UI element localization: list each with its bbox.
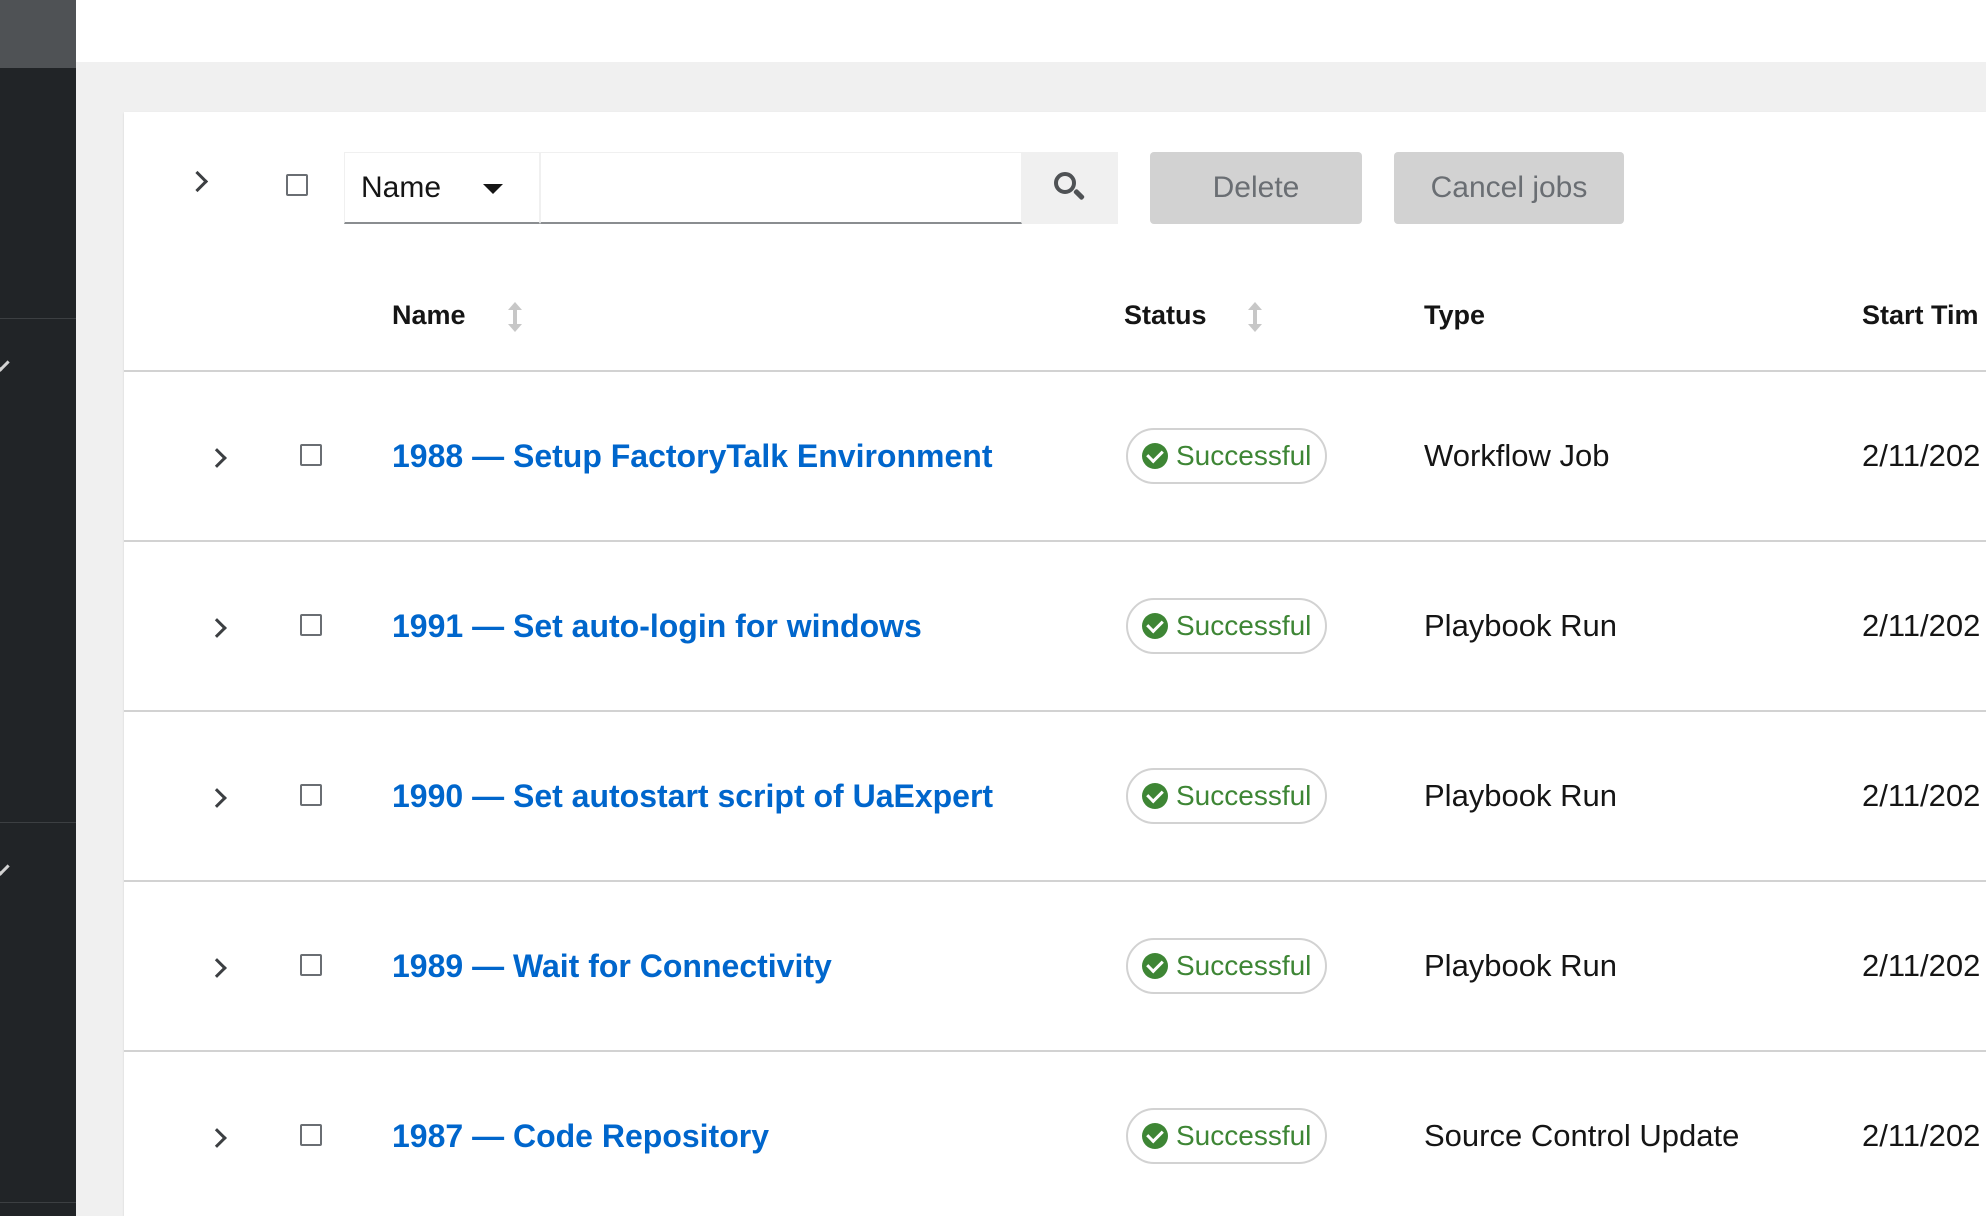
row-checkbox[interactable] [300, 954, 322, 976]
table-row: 1988 — Setup FactoryTalk Environment Suc… [124, 372, 1986, 542]
job-name-link[interactable]: 1989 — Wait for Connectivity [392, 948, 832, 985]
status-label: Successful [1176, 440, 1312, 471]
column-header-status[interactable]: Status [1124, 300, 1207, 331]
sort-icon[interactable] [508, 302, 522, 332]
column-header-start-time[interactable]: Start Tim [1862, 300, 1979, 331]
row-expand-chevron-icon[interactable] [207, 618, 227, 638]
job-type: Playbook Run [1424, 948, 1618, 983]
start-time: 2/11/202 [1862, 948, 1981, 983]
check-circle-icon [1142, 783, 1168, 809]
job-name-link[interactable]: 1988 — Setup FactoryTalk Environment [392, 438, 992, 475]
row-expand-chevron-icon[interactable] [207, 958, 227, 978]
job-type: Source Control Update [1424, 1118, 1740, 1153]
delete-button[interactable]: Delete [1150, 152, 1362, 224]
nav-divider [0, 318, 76, 319]
job-type: Workflow Job [1424, 438, 1610, 473]
table-row: 1990 — Set autostart script of UaExpert … [124, 712, 1986, 882]
check-circle-icon [1142, 1123, 1168, 1149]
table-row: 1991 — Set auto-login for windows Succes… [124, 542, 1986, 712]
row-expand-chevron-icon[interactable] [207, 1128, 227, 1148]
table-row: 1987 — Code Repository Successful Source… [124, 1052, 1986, 1216]
nav-group-chevron-icon[interactable] [0, 857, 10, 876]
column-header-name[interactable]: Name [392, 300, 466, 331]
row-expand-chevron-icon[interactable] [207, 448, 227, 468]
page-header [76, 0, 1986, 62]
job-name-link[interactable]: 1987 — Code Repository [392, 1118, 769, 1155]
row-expand-chevron-icon[interactable] [207, 788, 227, 808]
cancel-jobs-button[interactable]: Cancel jobs [1394, 152, 1624, 224]
caret-down-icon [483, 184, 503, 194]
check-circle-icon [1142, 613, 1168, 639]
search-button[interactable] [1022, 152, 1118, 224]
column-header-type: Type [1424, 300, 1486, 330]
status-label: Successful [1176, 950, 1312, 981]
row-checkbox[interactable] [300, 1124, 322, 1146]
job-type: Playbook Run [1424, 608, 1618, 643]
check-circle-icon [1142, 953, 1168, 979]
status-badge: Successful [1126, 768, 1328, 824]
row-checkbox[interactable] [300, 444, 322, 466]
filter-key-value: Name [361, 170, 442, 204]
status-badge: Successful [1126, 428, 1328, 484]
status-badge: Successful [1126, 1108, 1328, 1164]
row-checkbox[interactable] [300, 784, 322, 806]
select-all-checkbox[interactable] [286, 174, 308, 196]
status-badge: Successful [1126, 598, 1328, 654]
nav-divider [0, 1202, 76, 1203]
start-time: 2/11/202 [1862, 1118, 1981, 1153]
nav-divider [0, 822, 76, 823]
nav-group-chevron-icon[interactable] [0, 353, 10, 372]
check-circle-icon [1142, 443, 1168, 469]
status-label: Successful [1176, 610, 1312, 641]
start-time: 2/11/202 [1862, 778, 1981, 813]
status-badge: Successful [1126, 938, 1328, 994]
search-icon-handle [1072, 188, 1086, 201]
start-time: 2/11/202 [1862, 438, 1981, 473]
sort-icon[interactable] [1248, 302, 1262, 332]
filter-key-select[interactable]: Name [344, 152, 540, 224]
search-input[interactable] [540, 152, 1022, 224]
job-type: Playbook Run [1424, 778, 1618, 813]
table-row: 1989 — Wait for Connectivity Successful … [124, 882, 1986, 1052]
status-label: Successful [1176, 780, 1312, 811]
job-name-link[interactable]: 1991 — Set auto-login for windows [392, 608, 922, 645]
start-time: 2/11/202 [1862, 608, 1981, 643]
job-name-link[interactable]: 1990 — Set autostart script of UaExpert [392, 778, 993, 815]
row-checkbox[interactable] [300, 614, 322, 636]
side-navigation [0, 0, 76, 1216]
nav-active-item[interactable] [0, 0, 76, 68]
status-label: Successful [1176, 1120, 1312, 1151]
